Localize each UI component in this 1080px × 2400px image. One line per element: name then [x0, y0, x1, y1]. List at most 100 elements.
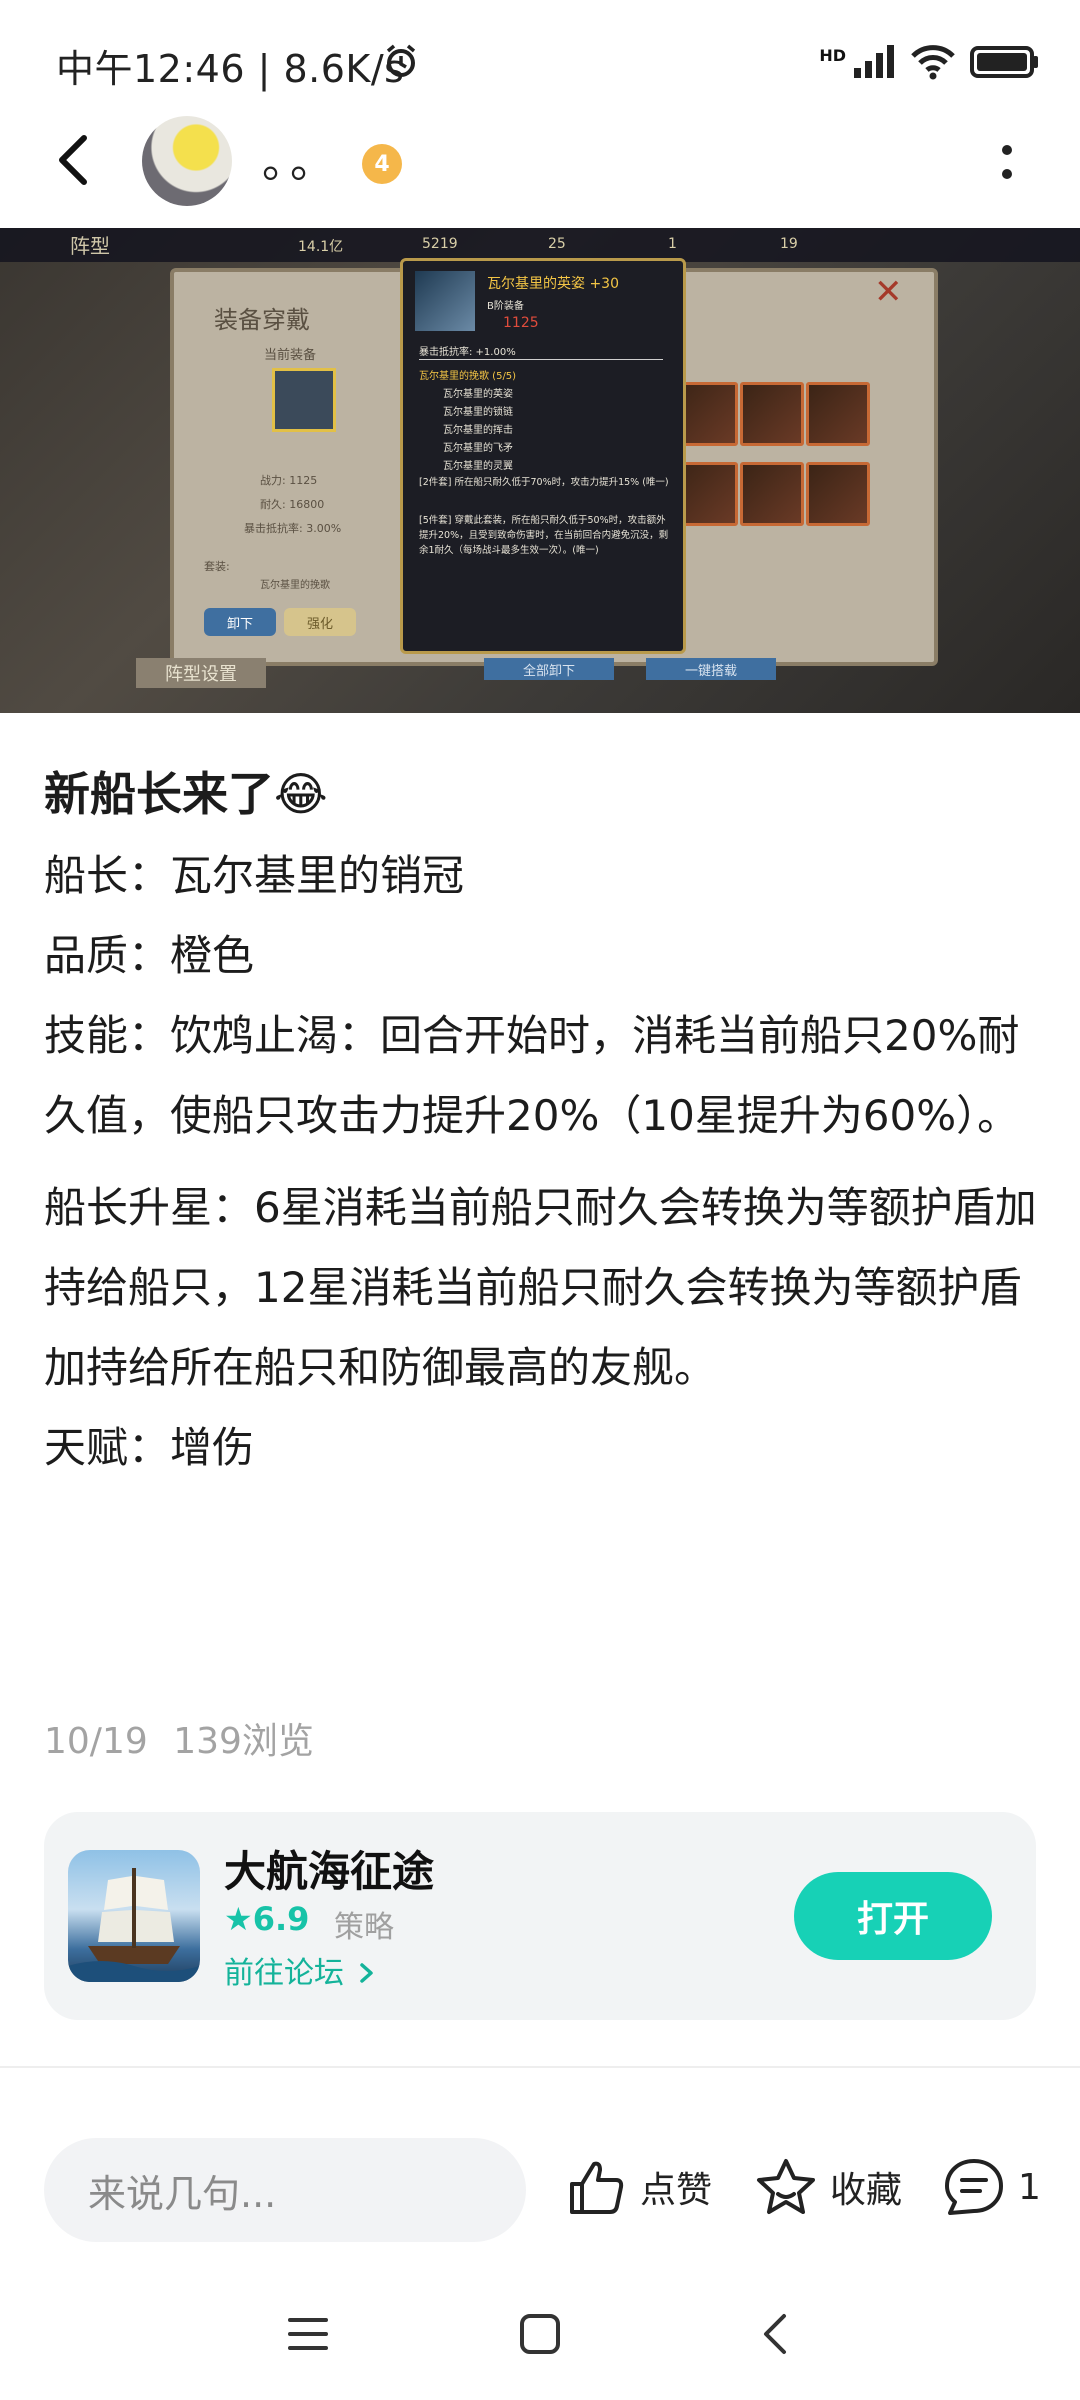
more-options-button[interactable]: [992, 140, 1022, 190]
status-icons: HD: [819, 40, 1040, 84]
formation-settings-label: 阵型设置: [165, 664, 237, 685]
tooltip-set-item: 瓦尔基里的英姿: [443, 389, 513, 400]
equipped-item-slot: [272, 368, 336, 432]
divider: [0, 2066, 1080, 2068]
game-rating-value: 6.9: [252, 1900, 310, 1938]
tooltip-title: 瓦尔基里的英姿 +30: [487, 276, 619, 292]
like-button[interactable]: 点赞: [566, 2156, 712, 2218]
game-card[interactable]: 大航海征途 ★6.9 策略 前往论坛 打开: [44, 1812, 1036, 2020]
forum-link[interactable]: 前往论坛: [224, 1948, 376, 1992]
hud-item-c: 19: [780, 236, 798, 252]
panel-title: 装备穿戴: [214, 306, 310, 334]
signal-icon: [854, 45, 894, 78]
stat-crit-resist: 暴击抵抗率: 3.00%: [244, 522, 342, 535]
post-views: 139浏览: [173, 1721, 314, 1762]
tooltip-set-item: 瓦尔基里的飞矛: [443, 443, 513, 454]
comment-input[interactable]: 来说几句...: [44, 2138, 526, 2242]
tooltip-crit-resist: 暴击抵抗率: +1.00%: [419, 347, 516, 358]
avatar[interactable]: [142, 116, 232, 206]
hud-gold: 14.1亿: [298, 239, 344, 255]
stat-power: 战力: 1125: [260, 474, 318, 487]
comment-button[interactable]: 1: [942, 2156, 1041, 2218]
thumbs-up-icon: [570, 2161, 624, 2214]
post-title: 新船长来了😂: [44, 767, 328, 821]
post-talent: 天赋：增伤: [44, 1423, 255, 1472]
forum-link-label: 前往论坛: [224, 1956, 344, 1991]
post-image[interactable]: 阵型 14.1亿 5219 25 1 19 装备穿戴 当前装备 战力: 1125…: [0, 228, 1080, 713]
post-star-up: 船长升星：6星消耗当前船只耐久会转换为等额护盾加持给船只，12星消耗当前船只耐久…: [44, 1183, 1037, 1392]
comment-count: 1: [1018, 2166, 1041, 2208]
post-captain: 船长：瓦尔基里的销冠: [44, 851, 465, 900]
star-icon: ★: [224, 1900, 253, 1938]
equipment-tooltip: 瓦尔基里的英姿 +30 B阶装备 1125 暴击抵抗率: +1.00% 瓦尔基里…: [400, 258, 686, 654]
back-chevron-icon: [764, 2314, 786, 2354]
post-body: 新船长来了😂 船长：瓦尔基里的销冠 品质：橙色 技能：饮鸩止渴：回合开始时，消耗…: [44, 752, 1044, 1488]
username[interactable]: 。。: [262, 126, 340, 190]
one-click-equip-button: 一键搭载: [646, 658, 776, 680]
post-quality: 品质：橙色: [44, 931, 255, 980]
enhance-label: 强化: [306, 616, 333, 632]
alarm-icon: [382, 42, 420, 84]
level-value: 4: [374, 151, 390, 177]
tooltip-power: 1125: [503, 315, 539, 331]
chevron-right-icon: [359, 1963, 373, 1983]
post-skill: 技能：饮鸩止渴：回合开始时，消耗当前船只20%耐久值，使船只攻击力提升20%（1…: [44, 1011, 1020, 1140]
close-icon: ✕: [874, 272, 903, 312]
game-genre: 策略: [334, 1910, 394, 1945]
tooltip-set-item: 瓦尔基里的挥击: [443, 425, 513, 436]
tooltip-effect-5: [5件套] 穿戴此套装，所在船只耐久低于50%时，攻击额外提升20%，且受到致命…: [419, 515, 669, 556]
hud-item-a: 25: [548, 236, 566, 252]
battery-icon: [970, 46, 1038, 78]
home-nav-button[interactable]: [518, 2312, 562, 2360]
equip-slot: [806, 382, 870, 446]
game-app-icon[interactable]: [68, 1850, 200, 1982]
formation-settings-button: 阵型设置: [136, 658, 266, 688]
open-game-button[interactable]: 打开: [794, 1872, 992, 1960]
status-time: 中午12:46 | 8.6K/s: [56, 47, 405, 91]
star-outline-icon: [757, 2159, 815, 2214]
post-meta: 10/19 139浏览: [44, 1712, 314, 1764]
tooltip-tier: B阶装备: [487, 301, 524, 312]
game-hud: 阵型 14.1亿 5219 25 1 19: [0, 228, 1080, 262]
tooltip-set-item: 瓦尔基里的锁链: [443, 407, 513, 418]
level-badge: 4: [362, 144, 402, 184]
tooltip-set-item: 瓦尔基里的灵翼: [443, 461, 513, 472]
suit-label: 套装:: [204, 560, 230, 573]
like-label: 点赞: [640, 2170, 713, 2211]
tooltip-set-name: 瓦尔基里的挽歌 (5/5): [419, 371, 517, 382]
favorite-label: 收藏: [830, 2170, 903, 2211]
tooltip-effect-2: [2件套] 所在船只耐久低于70%时，攻击力提升15% (唯一): [419, 477, 669, 488]
back-button[interactable]: [48, 130, 98, 190]
equip-slot: [740, 462, 804, 526]
enhance-button[interactable]: 强化: [284, 608, 356, 636]
unload-all-label: 全部卸下: [522, 663, 575, 679]
menu-nav-button[interactable]: [286, 2312, 330, 2360]
tooltip-divider: [419, 359, 663, 360]
equip-slot: [806, 462, 870, 526]
wifi-icon: [911, 45, 955, 80]
suit-value: 瓦尔基里的挽歌: [260, 580, 330, 591]
hd-label: HD: [819, 45, 846, 65]
menu-icon: [288, 2318, 328, 2350]
tab-formation: 阵型: [70, 234, 110, 258]
unload-button[interactable]: 卸下: [204, 608, 276, 636]
favorite-button[interactable]: 收藏: [754, 2156, 902, 2218]
game-rating: ★6.9: [224, 1900, 309, 1938]
one-click-equip-label: 一键搭载: [684, 663, 737, 679]
current-equipment-label: 当前装备: [264, 348, 317, 363]
equip-slot: [740, 382, 804, 446]
game-name: 大航海征途: [224, 1847, 435, 1896]
tooltip-item-icon: [415, 271, 475, 331]
sailing-ship-icon: [68, 1868, 200, 1982]
hud-item-b: 1: [668, 236, 677, 252]
comment-bubble-icon: [945, 2159, 1003, 2215]
unload-all-button: 全部卸下: [484, 658, 614, 680]
unload-label: 卸下: [226, 616, 253, 632]
hud-coins: 5219: [422, 236, 458, 252]
back-arrow-icon: [59, 135, 87, 185]
more-vertical-icon: [1002, 145, 1012, 179]
post-date: 10/19: [44, 1721, 148, 1762]
home-square-icon: [520, 2314, 560, 2354]
stat-durability: 耐久: 16800: [260, 498, 325, 511]
back-nav-button[interactable]: [754, 2312, 798, 2360]
